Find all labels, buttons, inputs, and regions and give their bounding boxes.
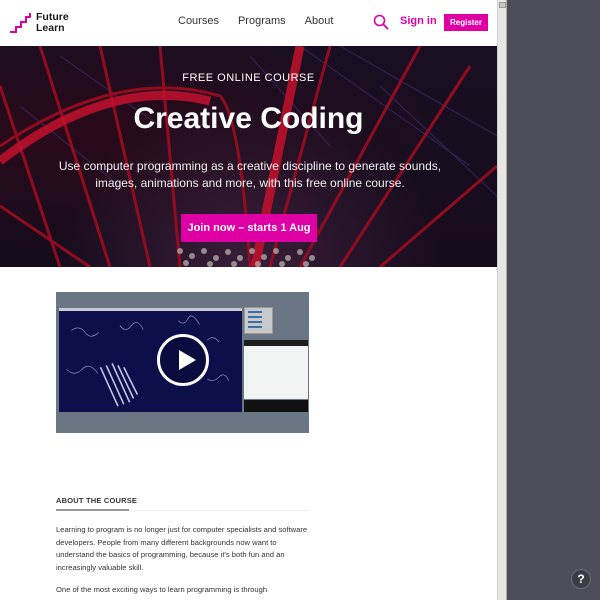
join-now-button[interactable]: Join now – starts 1 Aug — [181, 214, 317, 242]
help-button[interactable]: ? — [571, 569, 591, 589]
course-video[interactable] — [56, 292, 309, 433]
main-nav: Courses Programs About — [178, 15, 352, 27]
video-thumbnail-panel — [244, 307, 273, 334]
futurelearn-logo[interactable]: Future Learn — [9, 11, 79, 35]
video-thumbnail-code-window — [244, 340, 308, 399]
hero-eyebrow: FREE ONLINE COURSE — [182, 72, 315, 84]
sign-in-link[interactable]: Sign in — [400, 15, 437, 27]
about-heading-underline — [56, 509, 129, 511]
course-title: Creative Coding — [133, 102, 364, 135]
help-question-icon: ? — [577, 572, 585, 586]
hero-banner: FREE ONLINE COURSE Creative Coding Use c… — [0, 46, 497, 267]
logo-wordmark: Future Learn — [36, 12, 69, 34]
about-paragraph: One of the most exciting ways to learn p… — [56, 585, 268, 594]
site-header: Future Learn Courses Programs About Sign… — [0, 0, 497, 46]
video-thumbnail-visual — [59, 308, 242, 412]
play-icon — [179, 350, 196, 370]
about-paragraph: Learning to program is no longer just fo… — [56, 525, 308, 572]
nav-courses[interactable]: Courses — [178, 15, 219, 27]
play-button[interactable] — [157, 334, 209, 386]
page: Future Learn Courses Programs About Sign… — [0, 0, 497, 600]
search-icon[interactable] — [373, 14, 389, 30]
logo-stairs-icon — [10, 13, 31, 33]
course-description: Use computer programming as a creative d… — [58, 159, 442, 190]
about-section-heading: ABOUT THE COURSE — [56, 496, 138, 505]
video-thumbnail-art — [66, 315, 229, 407]
register-button[interactable]: Register — [444, 14, 488, 31]
scrollbar-thumb[interactable] — [499, 2, 506, 8]
nav-about[interactable]: About — [305, 15, 334, 27]
video-thumbnail-console — [244, 400, 308, 412]
logo-line2: Learn — [36, 22, 65, 34]
page-scrollbar[interactable] — [497, 0, 507, 600]
nav-programs[interactable]: Programs — [238, 15, 286, 27]
